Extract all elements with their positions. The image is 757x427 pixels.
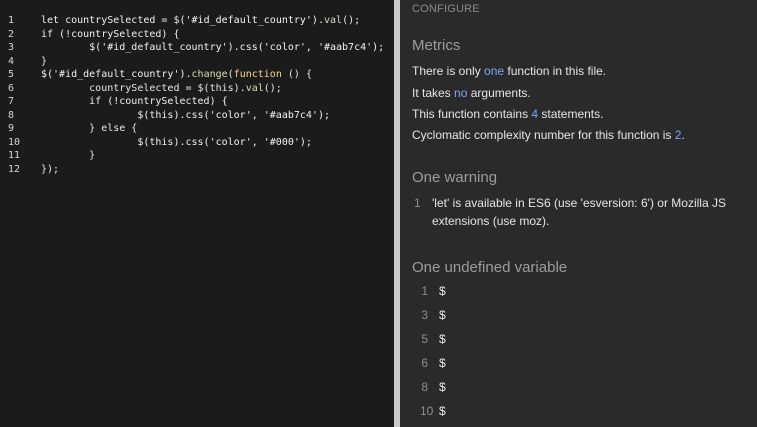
undefined-variable-name: $ [439,356,446,370]
line-number: 7 [8,96,15,107]
metric-value: no [454,86,468,100]
code-token: $('#id_default_country').css('color', '#… [41,42,385,53]
line-number: 5 [8,69,15,80]
code-token: $(this).css('color', '#000'); [41,136,312,148]
metric-text: This function contains [412,107,532,121]
undefined-variable-item[interactable]: 5 $ [420,332,446,346]
code-text[interactable]: } [28,149,394,163]
code-text[interactable]: $(this).css('color', '#aab7c4'); [28,109,394,123]
configure-link[interactable]: CONFIGURE [412,3,480,15]
code-token: } else { [41,123,138,134]
undefined-variable-name: $ [439,308,446,322]
code-text[interactable]: $('#id_default_country').css('color', '#… [28,41,394,55]
undefined-variable-name: $ [439,404,446,418]
metric-text: It takes [412,86,455,100]
undefined-variable-line-number[interactable]: 3 [420,308,428,322]
code-token: (); [263,82,282,94]
undefined-variable-line-number[interactable]: 8 [420,380,428,394]
line-number: 8 [8,109,15,121]
code-text[interactable]: countrySelected = $(this).val(); [28,82,394,96]
code-text[interactable]: if (!countrySelected) { [28,28,394,42]
code-token: countrySelected = $(this). [41,82,246,94]
code-line[interactable]: 2 if (!countrySelected) { [0,28,394,42]
undefined-variable-item[interactable]: 3 $ [420,308,446,322]
code-token: }); [41,163,60,175]
undefined-variable-name: $ [439,380,446,394]
line-number: 10 [8,136,21,148]
undefined-variable-item[interactable]: 10 $ [420,404,446,418]
metric-statements: This function contains 4 statements. [412,107,603,121]
line-number: 2 [8,28,15,40]
code-text[interactable]: }); [28,163,394,177]
warning-line-number[interactable]: 1 [414,194,422,230]
metric-value: one [484,64,505,78]
code-text[interactable]: let countrySelected = $('#id_default_cou… [28,14,394,28]
code-text[interactable]: $(this).css('color', '#000'); [28,136,394,150]
metric-text: There is only [412,64,485,78]
code-token: function [233,69,282,80]
code-token: } [41,150,96,161]
metrics-title: Metrics [412,37,461,54]
undefined-variable-line-number[interactable]: 5 [420,332,428,346]
metric-cyclomatic-complexity: Cyclomatic complexity number for this fu… [412,128,685,142]
metric-text: arguments. [467,86,531,100]
metric-arguments: It takes no arguments. [412,86,531,100]
undefined-variable-name: $ [439,284,446,298]
code-text[interactable]: } [28,55,394,69]
code-line[interactable]: 11 } [0,149,394,163]
undefined-variables-title: One undefined variable [412,259,568,276]
code-line[interactable]: 3 $('#id_default_country').css('color', … [0,41,394,55]
line-number: 3 [8,42,15,53]
code-token: } [41,55,48,67]
code-line[interactable]: 6 countrySelected = $(this).val(); [0,82,394,96]
code-line[interactable]: 8 $(this).css('color', '#aab7c4'); [0,109,394,123]
code-token: $('#id_default_country') [41,69,186,80]
code-text[interactable]: $('#id_default_country').change(function… [28,68,394,82]
code-line[interactable]: 10 $(this).css('color', '#000'); [0,136,394,150]
code-token: ('#id_default_country') [179,15,318,26]
undefined-variable-line-number[interactable]: 10 [420,404,433,418]
code-line[interactable]: 5 $('#id_default_country').change(functio… [0,68,394,82]
code-text[interactable]: if (!countrySelected) { [28,95,394,109]
code-text[interactable]: } else { [28,122,394,136]
metric-text: . [681,128,685,142]
warnings-title: One warning [412,169,498,186]
line-number: 1 [8,15,15,26]
line-number: 4 [8,55,15,67]
metric-text: function in this file. [504,64,607,78]
code-line[interactable]: 1 let countrySelected = $('#id_default_co… [0,14,394,28]
code-token: if (!countrySelected) { [41,28,180,40]
code-token: () { [281,69,312,80]
code-line[interactable]: 7 if (!countrySelected) { [0,95,394,109]
warning-item[interactable]: 1 'let' is available in ES6 (use 'esvers… [414,194,744,230]
code-line[interactable]: 4} [0,55,394,69]
undefined-variable-line-number[interactable]: 6 [420,356,428,370]
metric-text: statements. [538,107,604,121]
code-line[interactable]: 9 } else { [0,122,394,136]
undefined-variable-item[interactable]: 6 $ [420,356,446,370]
undefined-variable-line-number[interactable]: 1 [420,284,428,298]
code-token: (); [342,15,361,26]
undefined-variable-item[interactable]: 1 $ [420,284,446,298]
code-token: val [245,82,264,94]
undefined-variable-name: $ [439,332,446,346]
undefined-variable-item[interactable]: 8 $ [420,380,446,394]
code-token: change [191,69,228,80]
code-token: $(this).css('color', '#aab7c4'); [41,109,330,121]
line-number: 12 [8,163,21,175]
metric-functions-count: There is only one function in this file. [412,64,606,78]
code-token: val [324,15,343,26]
metric-text: Cyclomatic complexity number for this fu… [412,128,675,142]
code-lines: 1 let countrySelected = $('#id_default_co… [0,14,394,176]
warning-message: 'let' is available in ES6 (use 'esversio… [432,196,726,228]
line-number: 11 [8,150,21,161]
code-editor-panel[interactable]: 1 let countrySelected = $('#id_default_co… [0,0,394,427]
code-line[interactable]: 12}); [0,163,394,177]
line-number: 9 [8,123,15,134]
code-token: let countrySelected = [41,15,174,26]
line-number: 6 [8,82,15,94]
analysis-report-panel: CONFIGURE Metrics There is only one func… [400,0,757,427]
code-token: if (!countrySelected) { [41,96,228,107]
